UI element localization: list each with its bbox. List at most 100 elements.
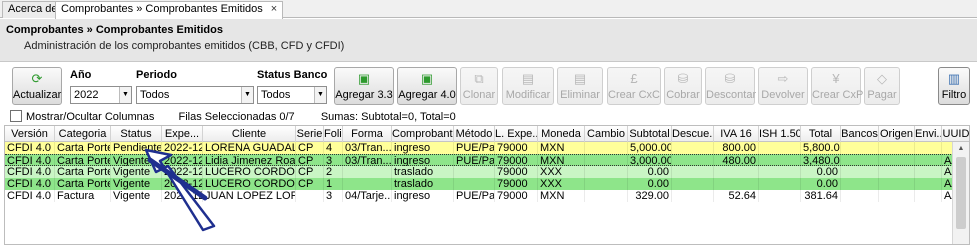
column-header[interactable]: UUID: [942, 126, 969, 142]
table-cell: [759, 190, 801, 202]
chevron-down-icon: ▼: [119, 87, 131, 103]
column-header[interactable]: Bancos: [841, 126, 879, 142]
eliminar-button[interactable]: ▤ Eliminar: [557, 67, 603, 105]
tab-label: Acerca de: [8, 3, 58, 15]
table-cell: 2022-12...: [162, 178, 203, 190]
table-cell: 79000: [495, 142, 538, 154]
tab-label: Comprobantes » Comprobantes Emitidos: [61, 3, 263, 15]
table-cell: [343, 166, 392, 178]
table-cell: [454, 166, 495, 178]
table-cell: LUCERO CORDOV...: [205, 166, 296, 178]
table-row[interactable]: CFDI 4.0Carta PorteVigente2022-12...LUCE…: [5, 166, 968, 178]
agregar-33-button[interactable]: ▣ Agregar 3.3: [334, 67, 394, 105]
vertical-scrollbar[interactable]: ▲: [952, 142, 969, 244]
crear-cxc-button[interactable]: £ Crear CxC: [607, 67, 661, 105]
column-header[interactable]: Moneda: [538, 126, 585, 142]
edit-icon: ▤: [521, 71, 535, 86]
table-cell: [672, 166, 714, 178]
anio-select[interactable]: 2022 ▼: [70, 86, 132, 104]
column-header[interactable]: Origen: [879, 126, 915, 142]
filtro-button[interactable]: ▥ Filtro: [938, 67, 970, 105]
agregar-40-button[interactable]: ▣ Agregar 4.0: [397, 67, 457, 105]
table-row[interactable]: CFDI 4.0FacturaVigente2022-12...JUAN LOP…: [5, 190, 968, 202]
periodo-select[interactable]: Todos ▼: [136, 86, 254, 104]
table-cell: [841, 166, 879, 178]
column-header[interactable]: Status: [111, 126, 162, 142]
table-cell: Factura: [55, 190, 111, 202]
column-header[interactable]: Categoria: [55, 126, 111, 142]
table-cell: 0.00: [801, 178, 841, 190]
column-header[interactable]: Método: [454, 126, 495, 142]
cobrar-button[interactable]: ⛁ Cobrar: [664, 67, 702, 105]
table-cell: 04/Tarje...: [345, 190, 392, 202]
table-cell: Carta Porte: [57, 166, 111, 178]
actualizar-button[interactable]: ⟳ Actualizar: [12, 67, 62, 105]
scrollbar-thumb[interactable]: [956, 157, 966, 229]
table-cell: [915, 142, 942, 154]
refresh-icon: ⟳: [31, 71, 43, 86]
table-cell: 3: [324, 190, 343, 202]
table-cell: [915, 166, 942, 178]
table-cell: [759, 178, 801, 190]
table-cell: MXN: [538, 142, 585, 154]
delete-icon: ▤: [573, 71, 587, 86]
clonar-button[interactable]: ⧉ Clonar: [460, 67, 498, 105]
mostrar-columnas-label: Mostrar/Ocultar Columnas: [26, 111, 155, 123]
pagar-button[interactable]: ◇ Pagar: [864, 67, 900, 105]
table-cell: CFDI 4.0: [5, 178, 55, 190]
close-icon[interactable]: ×: [271, 2, 277, 17]
table-cell: 1: [324, 178, 343, 190]
column-header[interactable]: Cliente: [203, 126, 296, 142]
crear-cxp-button[interactable]: ¥ Crear CxP: [811, 67, 863, 105]
periodo-label: Periodo: [136, 69, 177, 81]
pound-coin-icon: £: [630, 71, 638, 86]
table-cell: 2: [324, 166, 343, 178]
status-banco-select[interactable]: Todos ▼: [257, 86, 327, 104]
table-cell: [759, 166, 801, 178]
anio-value: 2022: [74, 89, 99, 101]
table-row[interactable]: CFDI 4.0Carta PorteVigente2022-12...LUCE…: [5, 178, 968, 190]
column-header[interactable]: Descue...: [672, 126, 714, 142]
scroll-up-icon[interactable]: ▲: [953, 142, 969, 156]
table-cell: LUCERO CORDOV...: [205, 178, 296, 190]
column-header[interactable]: Forma: [343, 126, 392, 142]
table-cell: 52.64: [714, 190, 759, 202]
table-cell: [343, 178, 392, 190]
anio-label: Año: [70, 69, 92, 81]
mostrar-columnas-checkbox[interactable]: [10, 110, 22, 122]
column-header[interactable]: ISH 1.50: [759, 126, 801, 142]
table-cell: ingreso: [392, 190, 454, 202]
column-header[interactable]: L. Expe...: [495, 126, 538, 142]
column-header[interactable]: Total: [801, 126, 841, 142]
comprobantes-grid: Versión Categoria Status Expe... Cliente Seri…: [4, 125, 970, 245]
column-header[interactable]: Versión: [5, 126, 55, 142]
descontar-button[interactable]: ⛁ Descontar: [705, 67, 756, 105]
page-title: Comprobantes » Comprobantes Emitidos: [6, 24, 223, 36]
table-cell: [296, 190, 324, 202]
table-cell: 79000: [495, 166, 538, 178]
tab-comprobantes-emitidos[interactable]: Comprobantes » Comprobantes Emitidos ×: [55, 1, 284, 19]
actualizar-label: Actualizar: [13, 89, 62, 101]
table-row[interactable]: CFDI 4.0Carta PortePendiente2022-12...LO…: [5, 142, 953, 154]
table-cell: traslado: [392, 166, 454, 178]
column-header[interactable]: Comprobante: [392, 126, 454, 142]
chevron-down-icon: ▼: [314, 87, 326, 103]
table-cell: CP: [296, 166, 324, 178]
table-cell: [841, 142, 879, 154]
cobrar-label: Cobrar: [666, 89, 700, 101]
column-header[interactable]: Folio: [324, 126, 343, 142]
column-header[interactable]: Expe...: [162, 126, 203, 142]
column-header[interactable]: Cambio: [585, 126, 628, 142]
modificar-button[interactable]: ▤ Modificar: [502, 67, 554, 105]
table-row[interactable]: CFDI 4.0Carta PorteVigente2022-12...Lidi…: [5, 154, 968, 167]
table-cell: CFDI 4.0: [5, 166, 55, 178]
table-cell: [585, 142, 628, 154]
filtro-label: Filtro: [941, 89, 967, 101]
column-header[interactable]: Envi...: [915, 126, 942, 142]
table-cell: 5,000.00: [630, 142, 672, 154]
devolver-button[interactable]: ⇨ Devolver: [758, 67, 808, 105]
column-header[interactable]: Subtotal: [628, 126, 672, 142]
table-cell: [672, 178, 714, 190]
column-header[interactable]: IVA 16: [714, 126, 759, 142]
column-header[interactable]: Serie: [296, 126, 324, 142]
